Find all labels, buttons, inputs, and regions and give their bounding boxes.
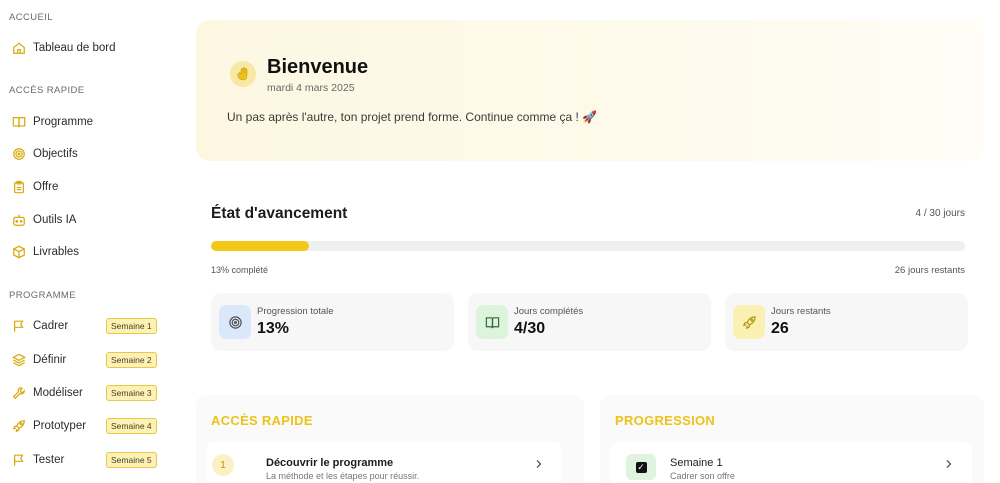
sidebar-item-label: Définir: [33, 354, 67, 366]
progress-bar: [211, 241, 965, 251]
package-icon: [12, 245, 26, 259]
sidebar-item-label: Modéliser: [33, 387, 83, 399]
flag-icon: [12, 453, 26, 467]
stat-value: 26: [771, 320, 789, 337]
step-number: 1: [212, 454, 234, 476]
sidebar-item-label: Prototyper: [33, 420, 87, 432]
week-badge: Semaine 3: [106, 385, 157, 401]
stat-label: Jours restants: [771, 306, 831, 317]
sidebar-item-tableau-de-bord[interactable]: Tableau de bord: [12, 36, 182, 60]
progression-panel: PROGRESSION ✓ Semaine 1 Cadrer son offre: [600, 395, 984, 483]
stat-card-progression: Progression totale 13%: [211, 293, 454, 351]
welcome-banner: Bienvenue mardi 4 mars 2025 Un pas après…: [196, 20, 984, 161]
check-icon: ✓: [626, 454, 656, 480]
progression-title: PROGRESSION: [615, 413, 716, 428]
sidebar-item-outils-ia[interactable]: Outils IA: [12, 208, 182, 232]
progress-bar-fill: [211, 241, 310, 251]
robot-icon: [12, 213, 26, 227]
sidebar-item-objectifs[interactable]: Objectifs: [12, 142, 182, 166]
progress-section: État d'avancement 4 / 30 jours 13% compl…: [196, 186, 984, 371]
stat-value: 4/30: [514, 320, 546, 337]
sidebar-item-label: Outils IA: [33, 214, 77, 226]
stat-label: Progression totale: [257, 306, 334, 317]
clipboard-icon: [12, 180, 26, 194]
sidebar-item-label: Tableau de bord: [33, 42, 116, 54]
sidebar: ACCUEIL Tableau de bord ACCÈS RAPIDE Pro…: [0, 0, 192, 483]
chevron-right-icon: [536, 460, 542, 468]
progression-item[interactable]: ✓ Semaine 1 Cadrer son offre: [610, 442, 972, 483]
quick-access-title: ACCÈS RAPIDE: [211, 413, 313, 428]
target-icon: [12, 147, 26, 161]
section-title-acces-rapide: ACCÈS RAPIDE: [9, 85, 85, 96]
section-title-programme: PROGRAMME: [9, 290, 76, 301]
days-counter: 4 / 30 jours: [915, 208, 965, 219]
sidebar-item-tester[interactable]: Tester Semaine 5: [12, 448, 182, 472]
sidebar-item-cadrer[interactable]: Cadrer Semaine 1: [12, 314, 182, 338]
week-badge: Semaine 4: [106, 418, 157, 434]
sidebar-item-label: Offre: [33, 181, 59, 193]
item-title: Semaine 1: [670, 457, 723, 469]
week-badge: Semaine 2: [106, 352, 157, 368]
sidebar-item-label: Cadrer: [33, 320, 69, 332]
sidebar-item-livrables[interactable]: Livrables: [12, 240, 182, 264]
stat-value: 13%: [257, 320, 290, 337]
book-open-icon: [12, 115, 26, 129]
sidebar-item-label: Livrables: [33, 246, 80, 258]
sidebar-item-offre[interactable]: Offre: [12, 175, 182, 199]
completed-label: 13% complété: [211, 265, 269, 275]
item-subtitle: La méthode et les étapes pour réussir.: [266, 471, 420, 481]
sidebar-item-prototyper[interactable]: Prototyper Semaine 4: [12, 414, 182, 438]
item-subtitle: Cadrer son offre: [670, 471, 735, 481]
section-title-accueil: ACCUEIL: [9, 12, 53, 23]
sidebar-item-definir[interactable]: Définir Semaine 2: [12, 348, 182, 372]
quick-access-panel: ACCÈS RAPIDE 1 Découvrir le programme La…: [196, 395, 584, 483]
target-icon: [219, 305, 251, 339]
current-date: mardi 4 mars 2025: [267, 82, 355, 94]
waving-hand-icon: [230, 61, 256, 87]
checkbox-mark: ✓: [635, 461, 647, 473]
progress-title: État d'avancement: [211, 205, 348, 222]
layers-icon: [12, 353, 26, 367]
book-open-icon: [476, 305, 508, 339]
page-title: Bienvenue: [267, 56, 369, 78]
sidebar-item-label: Objectifs: [33, 148, 78, 160]
chevron-right-icon: [946, 460, 952, 468]
rocket-icon: [12, 419, 26, 433]
flag-icon: [12, 319, 26, 333]
sidebar-item-label: Tester: [33, 454, 65, 466]
week-badge: Semaine 5: [106, 452, 157, 468]
home-icon: [12, 41, 26, 55]
stat-label: Jours complétés: [514, 306, 584, 317]
welcome-message: Un pas après l'autre, ton projet prend f…: [227, 110, 598, 124]
sidebar-item-programme[interactable]: Programme: [12, 110, 182, 134]
week-badge: Semaine 1: [106, 318, 157, 334]
wrench-icon: [12, 386, 26, 400]
stat-card-jours-restants: Jours restants 26: [725, 293, 968, 351]
sidebar-item-modeliser[interactable]: Modéliser Semaine 3: [12, 381, 182, 405]
stat-card-jours-completes: Jours complétés 4/30: [468, 293, 711, 351]
item-title: Découvrir le programme: [266, 457, 394, 469]
remaining-label: 26 jours restants: [894, 265, 965, 276]
rocket-icon: [733, 305, 765, 339]
quick-access-item[interactable]: 1 Découvrir le programme La méthode et l…: [206, 442, 562, 483]
sidebar-item-label: Programme: [33, 116, 94, 128]
